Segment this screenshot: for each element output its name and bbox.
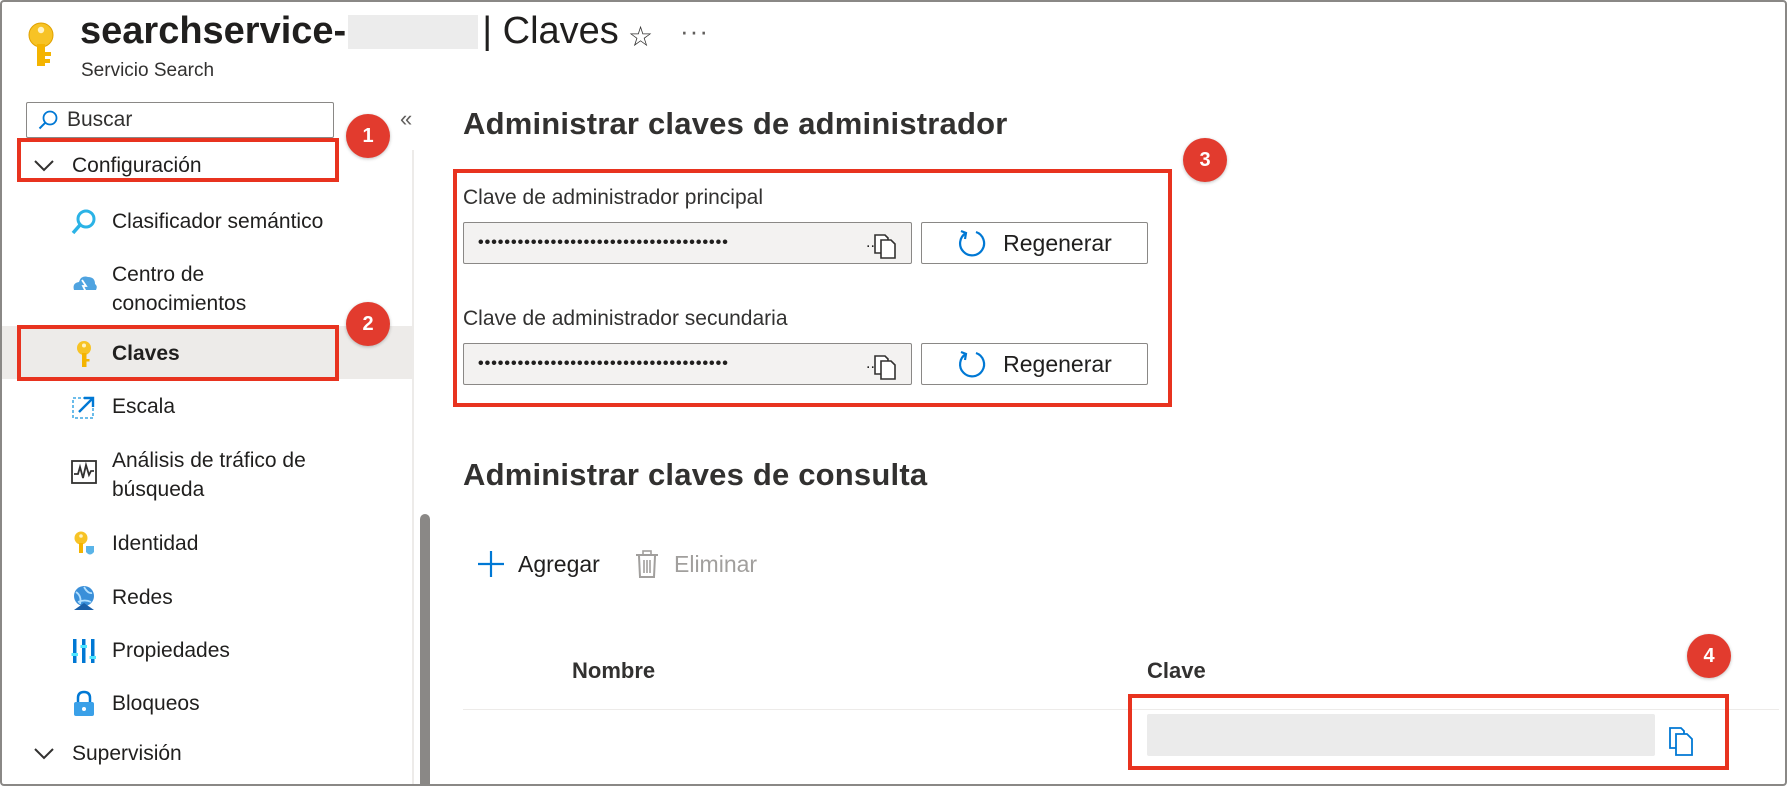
add-query-key-button[interactable]: Agregar (476, 549, 600, 579)
sidebar-item-bloqueos[interactable]: Bloqueos (70, 689, 200, 718)
trash-icon (636, 550, 658, 578)
traffic-analytics-icon (71, 460, 97, 484)
add-icon (478, 551, 504, 577)
blade-title: | Claves (482, 10, 619, 52)
sidebar-item-label-line1: Centro de (112, 263, 205, 286)
sidebar-item-label: Identidad (112, 532, 199, 555)
resource-type-subtitle: Servicio Search (81, 60, 215, 81)
page-title: searchservice- | Claves (80, 10, 619, 53)
redacted-name-suffix (348, 14, 479, 49)
column-header-nombre[interactable]: Nombre (572, 658, 655, 684)
identity-icon (74, 531, 94, 555)
sidebar-item-propiedades[interactable]: Propiedades (70, 636, 230, 665)
sidebar-item-analisis-trafico[interactable]: Análisis de tráfico de búsqueda (70, 446, 306, 504)
collapse-menu-icon[interactable]: « (400, 106, 412, 132)
sidebar-item-label: Bloqueos (112, 692, 200, 715)
sidebar-divider (412, 150, 414, 784)
sidebar-item-label: Escala (112, 395, 176, 418)
search-icon (38, 110, 58, 130)
sidebar-item-label-line1: Análisis de tráfico de (112, 449, 306, 472)
sidebar-item-redes[interactable]: Redes (70, 583, 173, 612)
semantic-ranker-icon (71, 209, 96, 235)
callout-highlight-2 (17, 325, 339, 381)
sidebar-item-escala[interactable]: Escala (70, 392, 175, 421)
callout-badge-3: 3 (1183, 138, 1227, 182)
sidebar-group-supervision[interactable]: Supervisión (34, 742, 182, 766)
sidebar-item-clasificador-semantico[interactable]: Clasificador semántico (70, 207, 323, 236)
callout-highlight-1 (17, 138, 339, 182)
sidebar-item-identidad[interactable]: Identidad (70, 529, 198, 558)
knowledge-center-icon (73, 276, 97, 293)
scale-icon (72, 396, 95, 419)
column-header-clave[interactable]: Clave (1147, 658, 1206, 684)
search-placeholder: Buscar (67, 108, 133, 131)
sidebar-scrollbar[interactable] (420, 514, 430, 784)
sidebar-item-label: Redes (112, 586, 173, 609)
properties-icon (71, 639, 96, 663)
sidebar-item-centro-de-conocimientos[interactable]: Centro de conocimientos (70, 260, 246, 318)
callout-badge-1: 1 (346, 114, 390, 158)
sidebar-item-label-line2: conocimientos (112, 292, 247, 315)
portal-window: searchservice- | Claves ☆ ··· Servicio S… (0, 0, 1787, 786)
star-icon[interactable]: ☆ (628, 20, 653, 53)
sidebar-item-label-line2: búsqueda (112, 478, 205, 501)
networking-icon (74, 586, 94, 610)
callout-badge-2: 2 (346, 302, 390, 346)
callout-highlight-3 (453, 169, 1172, 407)
chevron-down-icon (34, 748, 54, 760)
admin-keys-heading: Administrar claves de administrador (463, 106, 1008, 141)
sidebar-item-label: Clasificador semántico (112, 210, 324, 233)
resource-name: searchservice- (80, 10, 347, 52)
add-label: Agregar (518, 550, 600, 577)
search-input[interactable]: Buscar (26, 102, 334, 138)
query-keys-heading: Administrar claves de consulta (463, 457, 928, 492)
delete-query-key-button[interactable]: Eliminar (632, 549, 757, 579)
ellipsis-icon[interactable]: ··· (680, 16, 709, 47)
lock-icon (74, 690, 94, 716)
delete-label: Eliminar (674, 550, 758, 577)
callout-highlight-4 (1128, 694, 1729, 770)
sidebar-item-label: Propiedades (112, 639, 230, 662)
key-icon (28, 22, 54, 66)
sidebar-group-label: Supervisión (72, 742, 182, 765)
callout-badge-4: 4 (1687, 634, 1731, 678)
